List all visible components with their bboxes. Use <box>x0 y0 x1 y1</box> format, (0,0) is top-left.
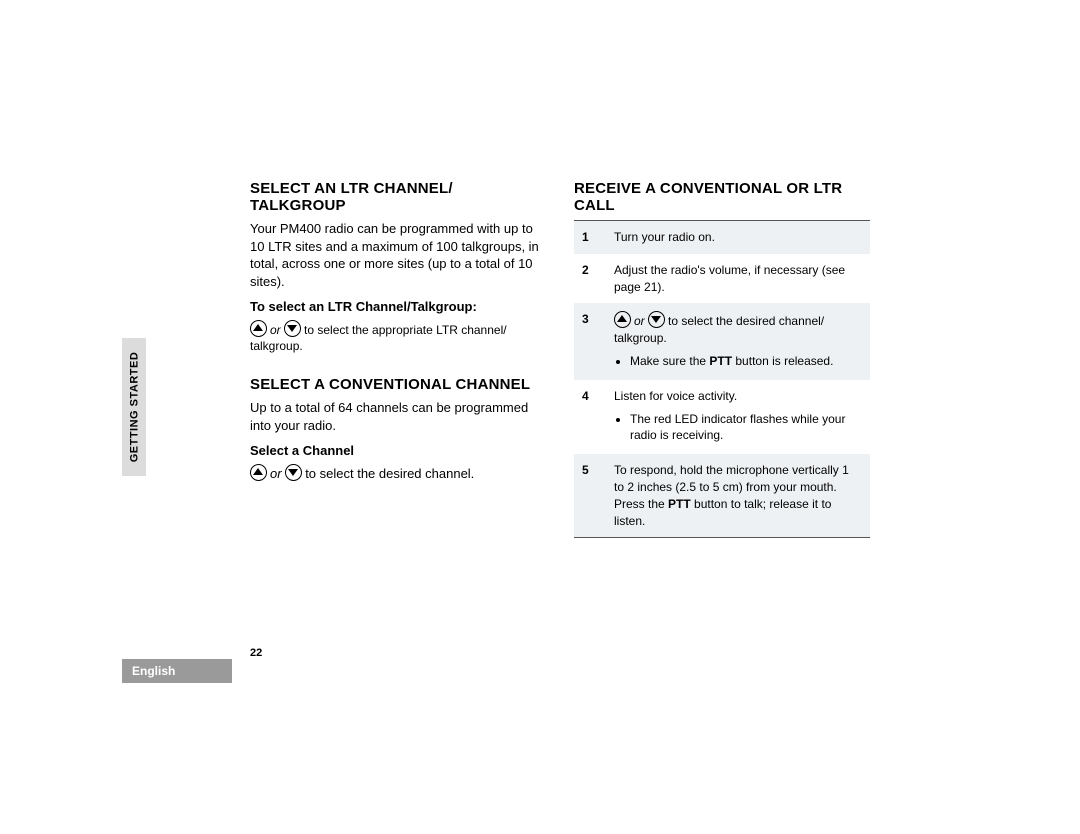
down-arrow-icon <box>285 464 302 481</box>
step-cell: Listen for voice activity. The red LED i… <box>606 380 870 454</box>
conv-instr-text: to select the desired channel. <box>305 466 474 481</box>
up-arrow-icon <box>614 311 631 328</box>
section-tab-label: Getting Started <box>128 352 140 463</box>
step-num: 2 <box>574 254 606 304</box>
conv-subhead: Select a Channel <box>250 442 546 460</box>
or-text: or <box>634 314 645 328</box>
ltr-instruction: or to select the appropriate LTR channel… <box>250 320 546 354</box>
language-label: English <box>132 664 175 678</box>
step-line1: To respond, hold the microphone vertical… <box>614 463 849 494</box>
or-text: or <box>270 323 281 337</box>
step-text: Turn your radio on. <box>606 221 870 254</box>
down-arrow-icon <box>284 320 301 337</box>
steps-table: 1 Turn your radio on. 2 Adjust the radio… <box>574 220 870 538</box>
table-row: 3 or to select the desired channel/ talk… <box>574 303 870 379</box>
step-line2-bold: PTT <box>668 497 691 511</box>
left-column: SELECT AN LTR CHANNEL/ TALKGROUP Your PM… <box>250 180 546 538</box>
down-arrow-icon <box>648 311 665 328</box>
up-arrow-icon <box>250 464 267 481</box>
step-line2-pre: Press the <box>614 497 668 511</box>
language-tab: English <box>122 659 232 683</box>
page-number: 22 <box>250 647 262 659</box>
step-text: Listen for voice activity. <box>614 389 737 403</box>
right-column: RECEIVE A CONVENTIONAL OR LTR CALL 1 Tur… <box>574 180 870 538</box>
step-num: 4 <box>574 380 606 454</box>
table-row: 4 Listen for voice activity. The red LED… <box>574 380 870 454</box>
heading-conv: SELECT A CONVENTIONAL CHANNEL <box>250 376 546 393</box>
list-item: Make sure the PTT button is released. <box>630 353 862 370</box>
step-cell: or to select the desired channel/ talkgr… <box>606 303 870 379</box>
ltr-paragraph: Your PM400 radio can be programmed with … <box>250 220 546 290</box>
step-cell: To respond, hold the microphone vertical… <box>606 454 870 538</box>
step-num: 1 <box>574 221 606 254</box>
conv-instruction: or to select the desired channel. <box>250 464 546 483</box>
step-text: to select the desired channel/ talkgroup… <box>614 314 824 345</box>
step-text: Adjust the radio's volume, if necessary … <box>606 254 870 304</box>
ltr-subhead: To select an LTR Channel/Talkgroup: <box>250 298 546 316</box>
heading-receive: RECEIVE A CONVENTIONAL OR LTR CALL <box>574 180 870 214</box>
or-text: or <box>270 466 282 481</box>
table-row: 5 To respond, hold the microphone vertic… <box>574 454 870 538</box>
up-arrow-icon <box>250 320 267 337</box>
page-content: SELECT AN LTR CHANNEL/ TALKGROUP Your PM… <box>250 180 870 538</box>
section-tab: Getting Started <box>122 338 146 476</box>
step-num: 3 <box>574 303 606 379</box>
table-row: 2 Adjust the radio's volume, if necessar… <box>574 254 870 304</box>
heading-ltr: SELECT AN LTR CHANNEL/ TALKGROUP <box>250 180 546 214</box>
step-bullets: The red LED indicator flashes while your… <box>614 411 862 445</box>
table-row: 1 Turn your radio on. <box>574 221 870 254</box>
step-num: 5 <box>574 454 606 538</box>
conv-paragraph: Up to a total of 64 channels can be prog… <box>250 399 546 434</box>
list-item: The red LED indicator flashes while your… <box>630 411 862 445</box>
step-bullets: Make sure the PTT button is released. <box>614 353 862 370</box>
